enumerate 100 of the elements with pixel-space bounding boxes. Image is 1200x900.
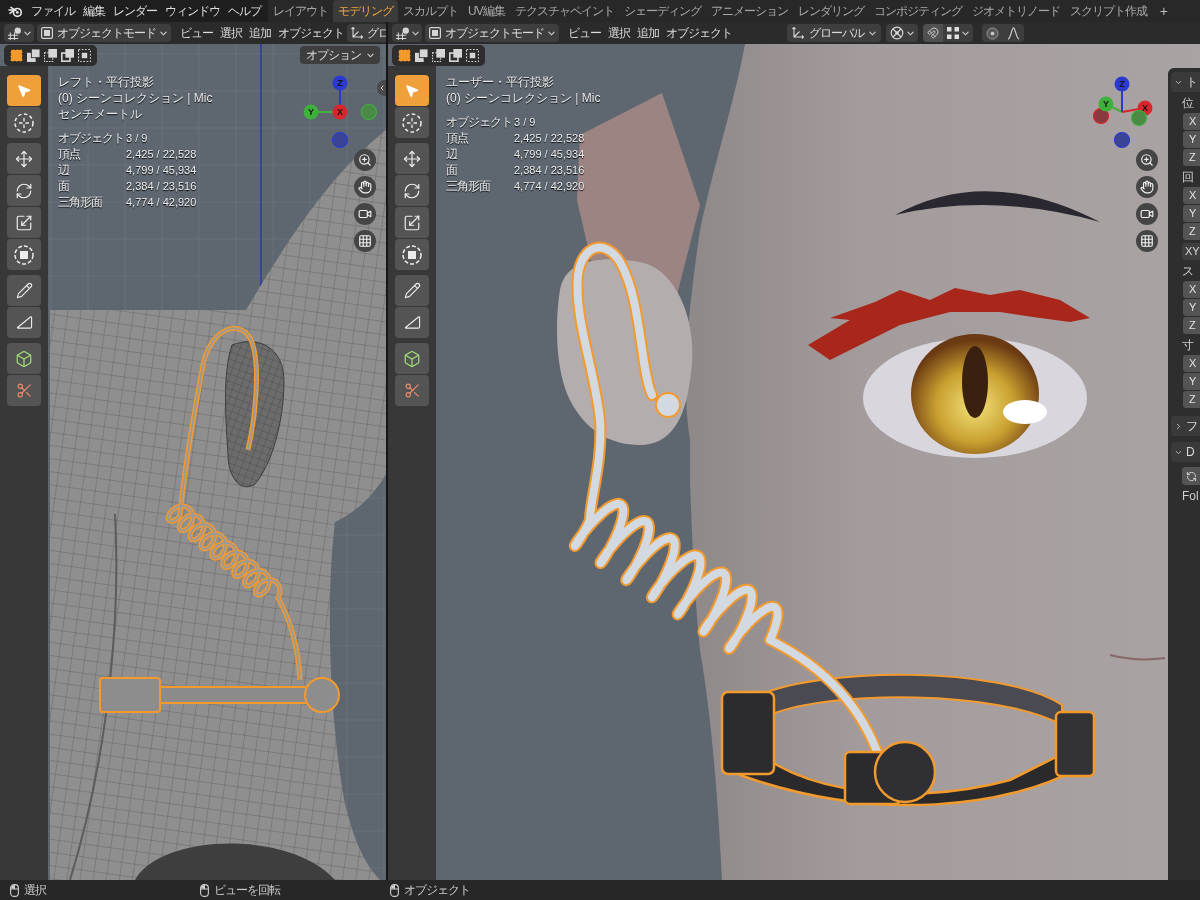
number-field[interactable]: Y [1183, 205, 1200, 222]
workspace-tab[interactable]: レンダリング [792, 0, 869, 22]
menu-item[interactable]: 選択 [220, 24, 242, 42]
menu-item[interactable]: 選択 [608, 24, 630, 42]
annotate-tool-button[interactable] [7, 275, 41, 306]
editor-type-dropdown[interactable] [4, 24, 34, 42]
annotate-tool-button[interactable] [395, 275, 429, 306]
add-cube-tool-button[interactable] [7, 343, 41, 374]
menu-item[interactable]: レンダー [113, 2, 157, 20]
proportional-edit-toggle[interactable] [982, 24, 1002, 42]
refresh-button[interactable] [1182, 467, 1200, 485]
orientation-dropdown[interactable]: グロ [347, 24, 386, 42]
number-field[interactable]: Z [1183, 149, 1200, 166]
workspace-tab[interactable]: シェーディング [618, 0, 706, 22]
number-field[interactable]: X [1183, 281, 1200, 298]
move-tool-button[interactable] [7, 143, 41, 174]
sidebar-toggle-button[interactable] [377, 80, 386, 96]
zoom-button[interactable] [354, 149, 376, 171]
workspace-tab[interactable]: テクスチャペイント [509, 0, 619, 22]
workspace-tab[interactable]: UV編集 [463, 0, 510, 22]
number-field[interactable]: X [1183, 355, 1200, 372]
property-label: 回 [1182, 169, 1194, 186]
x-axis-handle[interactable]: X [332, 104, 348, 120]
pencil-icon [15, 282, 33, 299]
menu-item[interactable]: オブジェクト [278, 24, 344, 42]
workspace-tab[interactable]: スカルプト [398, 0, 463, 22]
menu-item[interactable]: ヘルプ [228, 2, 261, 20]
viewport-canvas[interactable]: オプション レフト・平行投影 (0) シーンコレクション | Mic センチメートル オブジェクト 3 / 9 頂点 2,425 / 22,528 辺 4,799 / 45,934 面 2,384 / 23,516 三角形面 4,774 / 42,920 Z Y X [0, 44, 386, 880]
workspace-tab[interactable]: ジオメトリノード [966, 0, 1065, 22]
pivot-dropdown[interactable] [886, 24, 918, 42]
number-field[interactable]: Y [1183, 131, 1200, 148]
rotate-tool-button[interactable] [395, 175, 429, 206]
dotted-square-icon [466, 49, 479, 62]
workspace-tab[interactable]: アニメーション [705, 0, 793, 22]
scale-tool-button[interactable] [395, 207, 429, 238]
measure-tool-button[interactable] [7, 307, 41, 338]
stat-value: 2,384 / 23,516 [514, 163, 585, 178]
number-field[interactable]: Z [1183, 223, 1200, 240]
cut-tool-button[interactable] [7, 375, 41, 406]
grid-icon [1140, 234, 1154, 248]
select-mode-button[interactable] [44, 49, 57, 62]
ring-dot-icon [985, 26, 999, 40]
snap-toggle[interactable] [923, 24, 943, 42]
bell-curve-icon [1006, 26, 1020, 40]
number-field[interactable]: Y [1183, 373, 1200, 390]
menu-item[interactable]: 編集 [83, 2, 105, 20]
number-field[interactable]: Z [1183, 391, 1200, 408]
workspace-tab[interactable]: モデリング [333, 0, 398, 22]
number-field[interactable]: Z [1183, 317, 1200, 334]
transform-tool-button[interactable] [395, 239, 429, 270]
falloff-dropdown[interactable] [1002, 24, 1024, 42]
scale-tool-button[interactable] [7, 207, 41, 238]
workspace-tab[interactable]: コンポジティング [868, 0, 967, 22]
negative-y-axis-handle[interactable] [360, 103, 378, 121]
select-mode-button[interactable] [10, 49, 23, 62]
menu-item[interactable]: 追加 [637, 24, 659, 42]
square-arrow-icon [403, 213, 421, 232]
select-mode-button[interactable] [398, 49, 411, 62]
number-field[interactable]: Y [1183, 299, 1200, 316]
mode-dropdown[interactable]: オブジェクトモード [37, 24, 171, 42]
dashed-square-icon [398, 49, 411, 62]
select-mode-button[interactable] [61, 49, 74, 62]
menu-item[interactable]: ウィンドウ [165, 2, 220, 20]
select-mode-button[interactable] [27, 49, 40, 62]
menu-item[interactable]: オブジェクト [666, 24, 732, 42]
transform-tool-button[interactable] [7, 239, 41, 270]
number-field[interactable]: X [1183, 187, 1200, 204]
circular-arrows-icon [1185, 470, 1197, 482]
menu-item[interactable]: ビュー [568, 24, 601, 42]
cursor-tool-button[interactable] [7, 107, 41, 138]
cursor-tool-button[interactable] [395, 107, 429, 138]
number-field[interactable]: X [1183, 113, 1200, 130]
panel-header[interactable]: フ [1171, 416, 1200, 436]
workspace-tab[interactable]: スクリプト作成 [1064, 0, 1152, 22]
mode-dropdown[interactable]: オブジェクトモード [425, 24, 559, 42]
move-tool-button[interactable] [395, 143, 429, 174]
viewport-canvas[interactable]: ユーザー・平行投影 (0) シーンコレクション | Mic オブジェクト 3 / 9 頂点 2,425 / 22,528 辺 4,799 / 45,934 面 2,384 / 23,516 三角形面 4,774 / 42,920 Y Z X ト 位 X Y Z 回 X Y Z XY ス X Y Z 寸 X Y Z フ D Fol [388, 44, 1200, 880]
select-mode-button[interactable] [432, 49, 445, 62]
editor-type-dropdown[interactable] [392, 24, 422, 42]
rotation-mode-dropdown[interactable]: XY [1182, 243, 1200, 260]
negative-z-axis-handle[interactable] [331, 131, 349, 149]
measure-tool-button[interactable] [395, 307, 429, 338]
menu-item[interactable]: ファイル [31, 2, 75, 20]
orientation-dropdown[interactable]: グローバル [787, 24, 881, 42]
select-mode-button[interactable] [449, 49, 462, 62]
add-cube-tool-button[interactable] [395, 343, 429, 374]
panel-header[interactable]: D [1171, 442, 1200, 462]
menu-item[interactable]: 追加 [249, 24, 271, 42]
scissors-icon [15, 382, 33, 399]
viewport-info-text: センチメートル [58, 106, 142, 122]
ring-logo-icon[interactable] [8, 4, 23, 18]
snap-target-dropdown[interactable] [943, 24, 973, 42]
menu-item[interactable]: ビュー [180, 24, 213, 42]
cut-tool-button[interactable] [395, 375, 429, 406]
rotate-tool-button[interactable] [7, 175, 41, 206]
add-workspace-button[interactable]: + [1151, 0, 1176, 22]
workspace-tab[interactable]: レイアウト [268, 0, 333, 22]
select-mode-button[interactable] [415, 49, 428, 62]
options-dropdown[interactable]: オプション [300, 46, 380, 64]
panel-header[interactable]: ト [1171, 72, 1200, 92]
